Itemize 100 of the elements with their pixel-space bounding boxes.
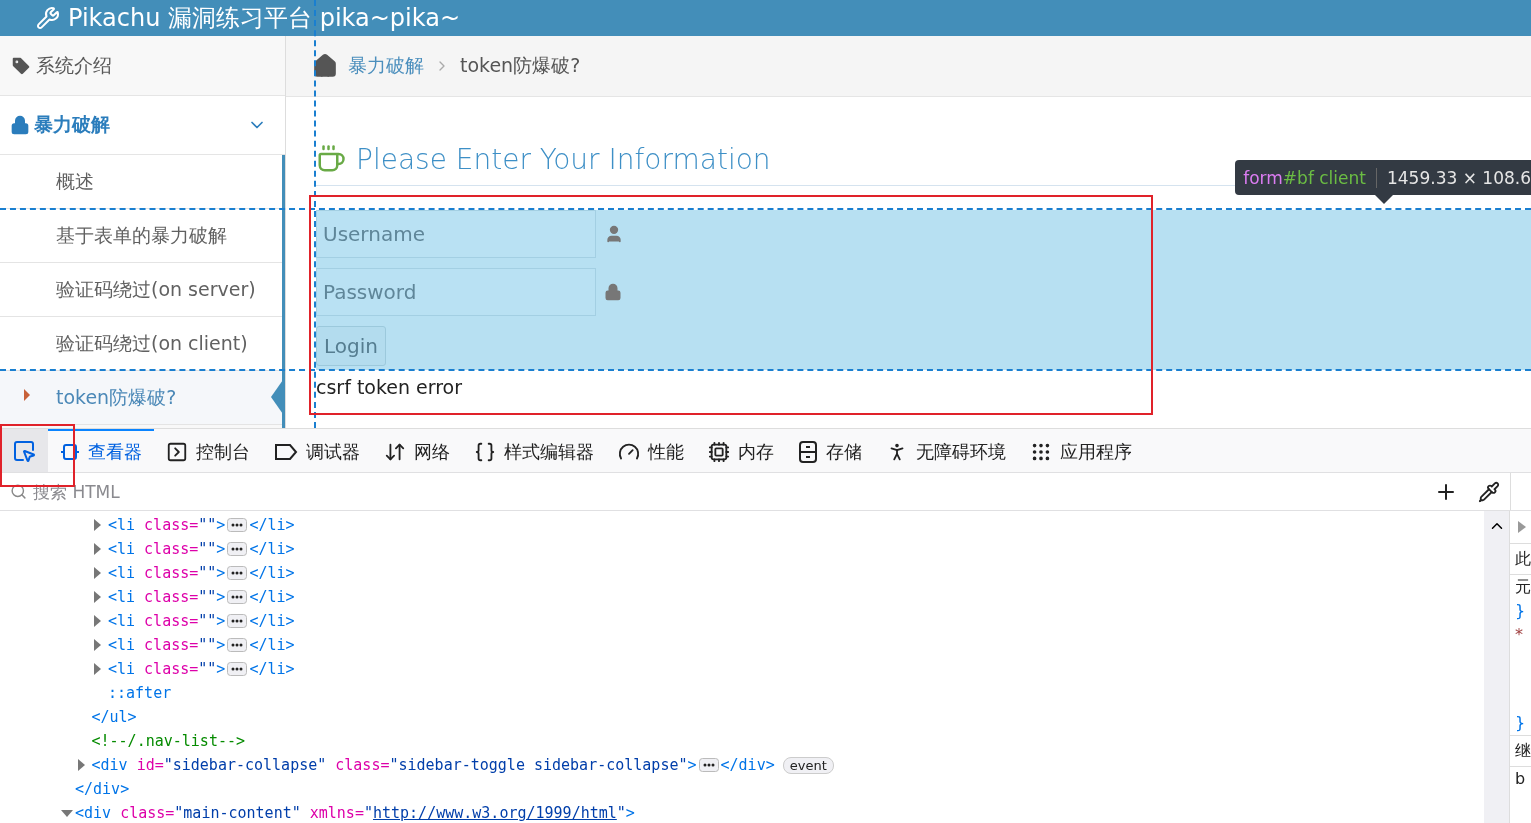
disclosure-arrow[interactable] <box>94 519 101 531</box>
devtools-tab[interactable]: 调试器 <box>262 429 372 472</box>
event-badge[interactable]: event <box>782 756 834 774</box>
code-token: </div> <box>75 780 130 798</box>
devtools-tab[interactable]: 无障碍环境 <box>874 429 1018 472</box>
code-token: class= <box>144 660 199 678</box>
eyedropper-icon <box>1478 480 1500 503</box>
disclosure-arrow[interactable] <box>94 543 101 555</box>
code-token: class= <box>144 516 199 534</box>
sidebar-item[interactable]: 验证码绕过(on client) <box>0 317 282 371</box>
disclosure-arrow[interactable] <box>94 663 101 675</box>
rule-text: } <box>1514 600 1527 622</box>
devtools-tab[interactable]: 网络 <box>372 429 462 472</box>
code-token: "sidebar-toggle sidebar-collapse" <box>389 756 688 774</box>
rule-text: } <box>1514 712 1527 734</box>
cup-icon <box>316 144 346 174</box>
code-token: "" <box>198 612 217 630</box>
devtools-tab[interactable]: 内存 <box>696 429 786 472</box>
code-token: > <box>216 516 226 534</box>
rule-text: 元 <box>1514 576 1531 598</box>
lock-icon <box>604 283 622 301</box>
sidebar-section[interactable]: 暴力破解 <box>0 96 285 155</box>
sidebar-item[interactable]: 基于表单的暴力破解 <box>0 209 282 263</box>
code-token: class= <box>335 756 390 774</box>
triangle-icon[interactable] <box>1518 521 1526 533</box>
ellipsis-icon[interactable] <box>227 542 248 556</box>
code-token: class= <box>144 588 199 606</box>
code-token: "" <box>198 516 217 534</box>
disclosure-arrow[interactable] <box>94 615 101 627</box>
scrollbar[interactable] <box>1484 511 1509 823</box>
element-picker-button[interactable] <box>0 429 48 472</box>
code-token: > <box>625 804 635 822</box>
code-token: <li <box>108 660 136 678</box>
code-token: <li <box>108 540 136 558</box>
ellipsis-icon[interactable] <box>227 566 248 580</box>
code-token: </li> <box>249 612 295 630</box>
tooltip-size: 1459.33 × 108.6 <box>1375 167 1531 188</box>
code-token: </li> <box>249 564 295 582</box>
code-token: "" <box>198 660 217 678</box>
devtools-tab[interactable]: 样式编辑器 <box>462 429 606 472</box>
devtools-tab[interactable]: 应用程序 <box>1018 429 1144 472</box>
code-token: > <box>216 612 226 630</box>
code-token: class= <box>144 636 199 654</box>
frame-icon <box>60 441 80 462</box>
search-icon <box>10 483 27 500</box>
disclosure-arrow[interactable] <box>94 567 101 579</box>
code-token: "main-content" <box>174 804 301 822</box>
devtools-tab[interactable]: 控制台 <box>154 429 262 472</box>
code-token: > <box>216 564 226 582</box>
error-message: csrf token error <box>316 376 464 398</box>
code-token: <!--/.nav-list--> <box>91 732 246 750</box>
code-token: </li> <box>249 588 295 606</box>
code-token: <li <box>108 564 136 582</box>
password-field[interactable]: Password <box>316 268 596 316</box>
rule-text: b <box>1514 768 1527 790</box>
code-token: "" <box>198 564 217 582</box>
tag-icon <box>10 54 32 77</box>
code-token: </div> <box>720 756 775 774</box>
code-token: </ul> <box>91 708 137 726</box>
form-heading: Please Enter Your Information <box>356 142 771 176</box>
ellipsis-icon[interactable] <box>227 590 248 604</box>
code-token: > <box>687 756 697 774</box>
code-token: <div <box>75 804 112 822</box>
code-link[interactable]: http://www.w3.org/1999/html <box>372 804 617 822</box>
sidebar-item[interactable]: 概述 <box>0 155 282 209</box>
disclosure-arrow[interactable] <box>61 809 73 817</box>
code-token: </li> <box>249 516 295 534</box>
devtools-tab[interactable]: 存储 <box>786 429 874 472</box>
ellipsis-icon[interactable] <box>227 638 248 652</box>
sidebar-item[interactable]: 验证码绕过(on server) <box>0 263 282 317</box>
code-token: > <box>216 636 226 654</box>
tag-icon <box>274 442 298 461</box>
breadcrumb-current: token防爆破? <box>460 53 581 78</box>
disclosure-arrow[interactable] <box>77 759 85 771</box>
user-icon <box>604 224 624 244</box>
home-icon[interactable] <box>312 53 338 79</box>
ellipsis-icon[interactable] <box>698 758 719 772</box>
code-token: xmlns= <box>309 804 364 822</box>
disclosure-arrow[interactable] <box>94 639 101 651</box>
chip-icon <box>708 440 730 463</box>
ellipsis-icon[interactable] <box>227 518 248 532</box>
code-token: <li <box>108 636 136 654</box>
console-icon <box>166 440 188 463</box>
ellipsis-icon[interactable] <box>227 662 248 676</box>
code-token: > <box>216 660 226 678</box>
username-field[interactable]: Username <box>316 210 596 258</box>
devtools-tab[interactable]: 性能 <box>606 429 696 472</box>
devtools-tab[interactable]: 查看器 <box>48 429 154 472</box>
rule-text: 继 <box>1510 735 1531 767</box>
rule-text: 此 <box>1510 543 1531 575</box>
code-token: class= <box>120 804 175 822</box>
tooltip-tag: form <box>1243 167 1283 188</box>
disclosure-arrow[interactable] <box>94 591 101 603</box>
code-token: </li> <box>249 636 295 654</box>
code-token: class= <box>144 612 199 630</box>
caret-icon <box>24 389 30 401</box>
ellipsis-icon[interactable] <box>227 614 248 628</box>
code-token: class= <box>144 540 199 558</box>
lock-icon <box>10 115 30 135</box>
code-token: > <box>216 588 226 606</box>
